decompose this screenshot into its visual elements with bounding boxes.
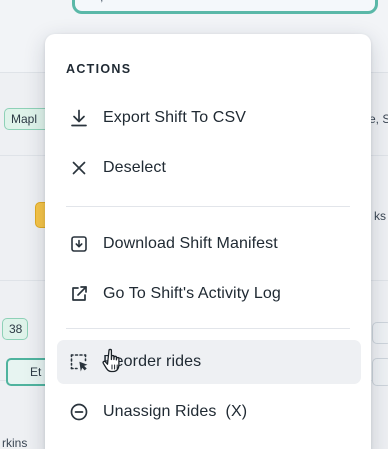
background-cell-text: rkins	[2, 436, 28, 449]
download-manifest-item[interactable]: Download Shift Manifest	[57, 222, 361, 266]
background-right-chip[interactable]	[372, 322, 388, 344]
menu-separator	[66, 328, 350, 329]
hand-pointer-cursor-icon	[101, 346, 127, 376]
menu-item-label: Export Shift To CSV	[103, 109, 247, 126]
menu-item-label: Deselect	[103, 159, 167, 176]
minus-circle-icon	[68, 401, 90, 423]
menu-separator	[66, 206, 350, 207]
select-reorder-icon	[68, 351, 90, 373]
activity-log-item[interactable]: Go To Shift's Activity Log	[57, 272, 361, 316]
background-address-text: e, S	[369, 112, 388, 126]
background-right-chip[interactable]	[372, 358, 388, 386]
background-top-pill: ✓, · · · · ·	[72, 0, 378, 14]
unassign-rides-item[interactable]: Unassign Rides (X)	[57, 390, 361, 434]
menu-item-label: Go To Shift's Activity Log	[103, 285, 281, 302]
actions-menu: ACTIONS Export Shift To CSV Deselect Dow…	[45, 34, 371, 449]
export-shift-csv-item[interactable]: Export Shift To CSV	[57, 96, 361, 140]
menu-item-label: Download Shift Manifest	[103, 235, 278, 252]
menu-item-label: Unassign Rides (X)	[103, 403, 248, 420]
background-number-chip[interactable]: 38	[2, 318, 28, 340]
download-icon	[68, 107, 90, 129]
external-link-icon	[68, 283, 90, 305]
background-cell-text: ks	[374, 209, 386, 223]
menu-title: ACTIONS	[66, 62, 132, 76]
deselect-item[interactable]: Deselect	[57, 146, 361, 190]
close-icon	[68, 157, 90, 179]
file-download-icon	[68, 233, 90, 255]
